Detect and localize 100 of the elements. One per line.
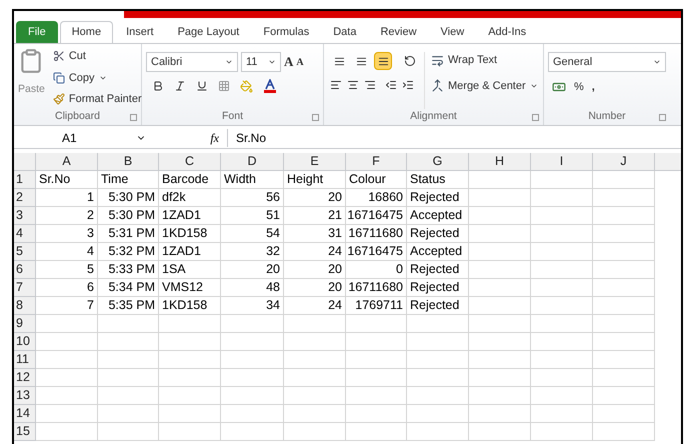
- table-cell[interactable]: [593, 225, 655, 243]
- row-header[interactable]: 1: [14, 171, 36, 189]
- table-cell[interactable]: 24: [284, 297, 346, 315]
- table-cell[interactable]: [346, 369, 407, 387]
- paintbrush-icon[interactable]: [52, 93, 65, 106]
- align-left-icon[interactable]: [330, 79, 342, 91]
- table-cell[interactable]: 5:32 PM: [98, 243, 159, 261]
- table-cell[interactable]: [593, 351, 655, 369]
- align-center-icon[interactable]: [347, 79, 359, 91]
- ribbon-tab[interactable]: Home: [60, 21, 114, 43]
- merge-center-button[interactable]: Merge & Center: [448, 78, 526, 94]
- row-header[interactable]: 9: [14, 315, 36, 333]
- table-cell[interactable]: 54: [221, 225, 284, 243]
- table-cell[interactable]: Rejected: [407, 297, 469, 315]
- ribbon-tab[interactable]: Page Layout: [166, 21, 250, 43]
- row-header[interactable]: 13: [14, 387, 36, 405]
- table-cell[interactable]: [159, 387, 221, 405]
- table-cell[interactable]: 16711680: [346, 279, 407, 297]
- row-header[interactable]: 11: [14, 351, 36, 369]
- table-cell[interactable]: Width: [221, 171, 284, 189]
- column-header[interactable]: I: [531, 153, 593, 171]
- table-cell[interactable]: [531, 207, 593, 225]
- formula-input[interactable]: Sr.No: [228, 128, 681, 148]
- table-cell[interactable]: 56: [221, 189, 284, 207]
- table-cell[interactable]: 20: [284, 261, 346, 279]
- table-cell[interactable]: 34: [221, 297, 284, 315]
- table-cell[interactable]: [593, 243, 655, 261]
- table-cell[interactable]: [98, 405, 159, 423]
- table-cell[interactable]: 24: [284, 243, 346, 261]
- table-cell[interactable]: [469, 279, 531, 297]
- table-cell[interactable]: [593, 315, 655, 333]
- table-cell[interactable]: Rejected: [407, 189, 469, 207]
- row-header[interactable]: 12: [14, 369, 36, 387]
- table-cell[interactable]: [221, 315, 284, 333]
- align-right-icon[interactable]: [364, 79, 376, 91]
- borders-icon[interactable]: [218, 80, 230, 92]
- table-cell[interactable]: [284, 405, 346, 423]
- indent-decrease-icon[interactable]: [385, 79, 397, 91]
- table-cell[interactable]: [284, 315, 346, 333]
- table-cell[interactable]: [221, 423, 284, 441]
- table-cell[interactable]: [407, 387, 469, 405]
- dialog-launcher-icon[interactable]: [532, 114, 539, 121]
- bold-icon[interactable]: [152, 80, 164, 92]
- table-cell[interactable]: [284, 351, 346, 369]
- column-header[interactable]: J: [593, 153, 655, 171]
- format-painter-button[interactable]: Format Painter: [68, 91, 142, 108]
- table-cell[interactable]: [469, 333, 531, 351]
- table-cell[interactable]: [531, 333, 593, 351]
- table-cell[interactable]: [593, 207, 655, 225]
- table-cell[interactable]: [159, 315, 221, 333]
- column-header[interactable]: B: [98, 153, 159, 171]
- row-header[interactable]: 3: [14, 207, 36, 225]
- table-cell[interactable]: [593, 423, 655, 441]
- table-cell[interactable]: 20: [284, 189, 346, 207]
- table-cell[interactable]: [593, 333, 655, 351]
- table-cell[interactable]: [346, 387, 407, 405]
- table-cell[interactable]: [531, 297, 593, 315]
- table-cell[interactable]: [98, 423, 159, 441]
- percent-button[interactable]: %: [574, 79, 584, 96]
- table-cell[interactable]: 7: [36, 297, 98, 315]
- table-cell[interactable]: [469, 315, 531, 333]
- table-cell[interactable]: 16716475: [346, 243, 407, 261]
- table-cell[interactable]: Rejected: [407, 261, 469, 279]
- table-cell[interactable]: [346, 351, 407, 369]
- table-cell[interactable]: [284, 423, 346, 441]
- column-header[interactable]: G: [407, 153, 469, 171]
- table-cell[interactable]: [284, 333, 346, 351]
- wrap-text-icon[interactable]: [431, 54, 444, 67]
- table-cell[interactable]: [469, 189, 531, 207]
- dialog-launcher-icon[interactable]: [659, 114, 666, 121]
- table-cell[interactable]: Sr.No: [36, 171, 98, 189]
- table-cell[interactable]: [531, 279, 593, 297]
- underline-icon[interactable]: [196, 80, 208, 92]
- table-cell[interactable]: [98, 351, 159, 369]
- table-cell[interactable]: 6: [36, 279, 98, 297]
- column-header[interactable]: F: [346, 153, 407, 171]
- table-cell[interactable]: 16860: [346, 189, 407, 207]
- table-cell[interactable]: 21: [284, 207, 346, 225]
- table-cell[interactable]: 16716475: [346, 207, 407, 225]
- merge-icon[interactable]: [431, 79, 444, 92]
- table-cell[interactable]: 1KD158: [159, 297, 221, 315]
- dialog-launcher-icon[interactable]: [130, 114, 137, 121]
- table-cell[interactable]: Rejected: [407, 225, 469, 243]
- row-header[interactable]: 14: [14, 405, 36, 423]
- table-cell[interactable]: Height: [284, 171, 346, 189]
- table-cell[interactable]: [221, 405, 284, 423]
- table-cell[interactable]: [593, 297, 655, 315]
- table-cell[interactable]: [593, 405, 655, 423]
- table-cell[interactable]: 5: [36, 261, 98, 279]
- table-cell[interactable]: 1ZAD1: [159, 243, 221, 261]
- table-cell[interactable]: Rejected: [407, 279, 469, 297]
- table-cell[interactable]: [98, 315, 159, 333]
- table-cell[interactable]: [98, 369, 159, 387]
- table-cell[interactable]: [469, 351, 531, 369]
- table-cell[interactable]: 5:30 PM: [98, 189, 159, 207]
- table-cell[interactable]: 5:35 PM: [98, 297, 159, 315]
- table-cell[interactable]: [36, 333, 98, 351]
- comma-button[interactable]: ,: [592, 79, 595, 96]
- column-header[interactable]: E: [284, 153, 346, 171]
- font-name-dropdown[interactable]: Calibri: [146, 52, 238, 72]
